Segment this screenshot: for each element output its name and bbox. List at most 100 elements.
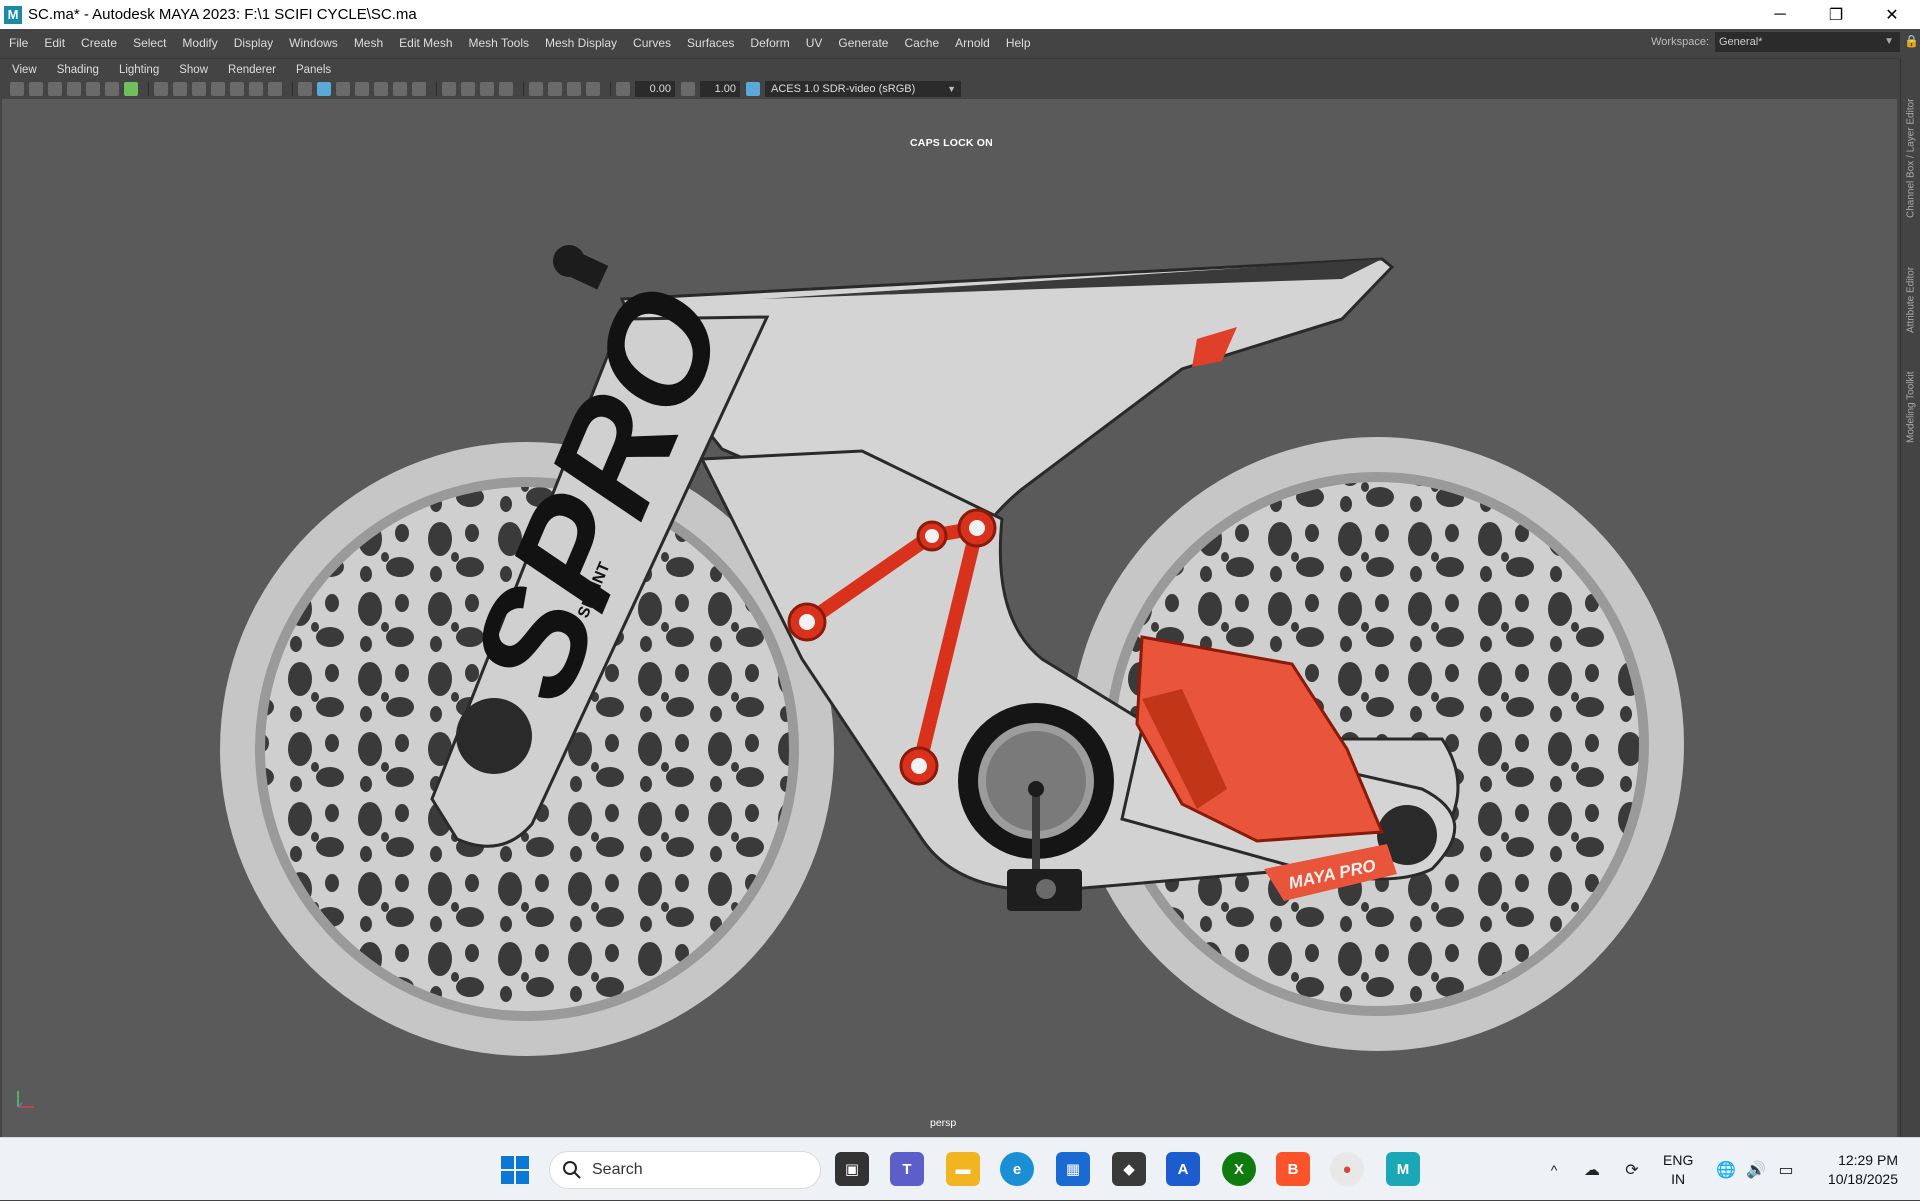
anti-aliasing-icon[interactable] (480, 82, 494, 96)
brave-icon[interactable]: B (1276, 1152, 1310, 1186)
gamma-field[interactable]: 1.00 (700, 81, 740, 97)
menu-mesh[interactable]: Mesh (345, 36, 390, 50)
select-camera-icon[interactable] (10, 82, 24, 96)
search-label: Search (592, 1161, 643, 1178)
bicycle-model[interactable]: SPRO SPRINT MAYA PRO (2, 99, 1897, 1137)
onedrive-icon[interactable]: ☁ (1580, 1138, 1604, 1201)
menu-cache[interactable]: Cache (895, 36, 946, 50)
smooth-shade-icon[interactable] (317, 82, 331, 96)
grease-pencil-icon[interactable] (105, 82, 119, 96)
shadows-icon[interactable] (412, 82, 426, 96)
exposure-field[interactable]: 0.00 (635, 81, 675, 97)
bookmarks-icon[interactable] (48, 82, 62, 96)
teams-icon[interactable]: T (890, 1152, 924, 1186)
menu-mesh-display[interactable]: Mesh Display (536, 36, 624, 50)
menu-deform[interactable]: Deform (741, 36, 796, 50)
menu-generate[interactable]: Generate (829, 36, 895, 50)
taskbar-clock[interactable]: 12:29 PM 10/18/2025 (1828, 1151, 1898, 1189)
search-icon (563, 1161, 581, 1179)
menu-curves[interactable]: Curves (624, 36, 678, 50)
menu-windows[interactable]: Windows (280, 36, 345, 50)
menu-edit-mesh[interactable]: Edit Mesh (390, 36, 459, 50)
grease-pencil-active-icon[interactable] (124, 82, 138, 96)
camera-attributes-icon[interactable] (29, 82, 43, 96)
maya-taskbar-icon[interactable]: M (1386, 1152, 1420, 1186)
tab-modeling-toolkit[interactable]: Modeling Toolkit (1903, 343, 1919, 443)
grid-icon[interactable] (154, 82, 168, 96)
chrome-icon[interactable]: ● (1330, 1152, 1364, 1186)
color-management-icon[interactable] (746, 82, 760, 96)
safe-title-icon[interactable] (268, 82, 282, 96)
task-view-icon[interactable]: ▣ (835, 1152, 869, 1186)
screen-space-ao-icon[interactable] (442, 82, 456, 96)
wireframe-icon[interactable] (298, 82, 312, 96)
volume-icon[interactable]: 🔊 (1744, 1138, 1768, 1201)
default-material-icon[interactable] (336, 82, 350, 96)
taskbar-search-box[interactable]: Search (549, 1151, 821, 1189)
menu-surfaces[interactable]: Surfaces (678, 36, 741, 50)
windows-start-icon[interactable] (500, 1155, 530, 1185)
menu-file[interactable]: File (0, 36, 35, 50)
panel-menu-show[interactable]: Show (167, 64, 216, 76)
workspace-selector: Workspace: General* ▼ (1651, 32, 1900, 52)
exposure-icon[interactable] (616, 82, 630, 96)
xray-active-components-icon[interactable] (567, 82, 581, 96)
wireframe-on-shaded-icon[interactable] (355, 82, 369, 96)
workspace-value: General* (1719, 36, 1763, 48)
gamma-icon[interactable] (681, 82, 695, 96)
menu-modify[interactable]: Modify (173, 36, 224, 50)
toolbar-separator (436, 82, 437, 96)
menu-uv[interactable]: UV (797, 36, 830, 50)
language-indicator[interactable]: ENG IN (1663, 1151, 1693, 1189)
chevron-down-icon: ▼ (947, 84, 956, 94)
tab-attribute-editor[interactable]: Attribute Editor (1903, 233, 1919, 333)
menu-select[interactable]: Select (124, 36, 173, 50)
film-gate-icon[interactable] (173, 82, 187, 96)
gate-mask-icon[interactable] (211, 82, 225, 96)
minimize-button[interactable]: ─ (1752, 0, 1808, 29)
panel-menu-lighting[interactable]: Lighting (107, 64, 167, 76)
menu-display[interactable]: Display (225, 36, 280, 50)
chevron-up-icon[interactable]: ^ (1544, 1138, 1564, 1201)
field-chart-icon[interactable] (230, 82, 244, 96)
panel-menu-shading[interactable]: Shading (45, 64, 107, 76)
resolution-gate-icon[interactable] (192, 82, 206, 96)
xbox-icon[interactable]: X (1222, 1152, 1256, 1186)
depth-of-field-icon[interactable] (499, 82, 513, 96)
windows-taskbar: Search ▣ T ▬ e ▦ ◆ A X B ● M ^ ☁ ⟳ ENG I… (0, 1137, 1920, 1200)
menu-arnold[interactable]: Arnold (946, 36, 997, 50)
motion-blur-icon[interactable] (461, 82, 475, 96)
workspace-dropdown[interactable]: General* ▼ (1715, 32, 1900, 52)
lights-icon[interactable] (393, 82, 407, 96)
panel-menu-view[interactable]: View (0, 64, 45, 76)
image-plane-icon[interactable] (67, 82, 81, 96)
unity-icon[interactable]: ◆ (1112, 1152, 1146, 1186)
menu-edit[interactable]: Edit (35, 36, 72, 50)
viewport-persp[interactable]: SPRO SPRINT MAYA PRO CAPS LOCK ON persp (2, 99, 1897, 1137)
menu-help[interactable]: Help (997, 36, 1038, 50)
color-space-dropdown[interactable]: ACES 1.0 SDR-video (sRGB) ▼ (765, 81, 961, 97)
file-explorer-icon[interactable]: ▬ (946, 1152, 980, 1186)
panel-menu-panels[interactable]: Panels (284, 64, 339, 76)
safe-action-icon[interactable] (249, 82, 263, 96)
tab-channel-box[interactable]: Channel Box / Layer Editor (1903, 68, 1919, 218)
toolbar-separator (610, 82, 611, 96)
menu-create[interactable]: Create (72, 36, 124, 50)
network-icon[interactable]: 🌐 (1714, 1138, 1738, 1201)
isolate-select-icon[interactable] (529, 82, 543, 96)
textured-icon[interactable] (374, 82, 388, 96)
panel-menu-renderer[interactable]: Renderer (216, 64, 284, 76)
xray-icon[interactable] (548, 82, 562, 96)
lock-icon[interactable]: 🔒 (1904, 34, 1919, 48)
microsoft-store-icon[interactable]: ▦ (1056, 1152, 1090, 1186)
edge-icon[interactable]: e (1000, 1152, 1034, 1186)
hud-camera-name: persp (930, 1117, 957, 1129)
menu-mesh-tools[interactable]: Mesh Tools (460, 36, 536, 50)
sync-icon[interactable]: ⟳ (1620, 1138, 1644, 1201)
2d-pan-zoom-icon[interactable] (86, 82, 100, 96)
xray-joints-icon[interactable] (586, 82, 600, 96)
autodesk-icon[interactable]: A (1166, 1152, 1200, 1186)
restore-button[interactable]: ❐ (1808, 0, 1864, 29)
close-button[interactable]: ✕ (1864, 0, 1920, 29)
battery-icon[interactable]: ▭ (1774, 1138, 1798, 1201)
